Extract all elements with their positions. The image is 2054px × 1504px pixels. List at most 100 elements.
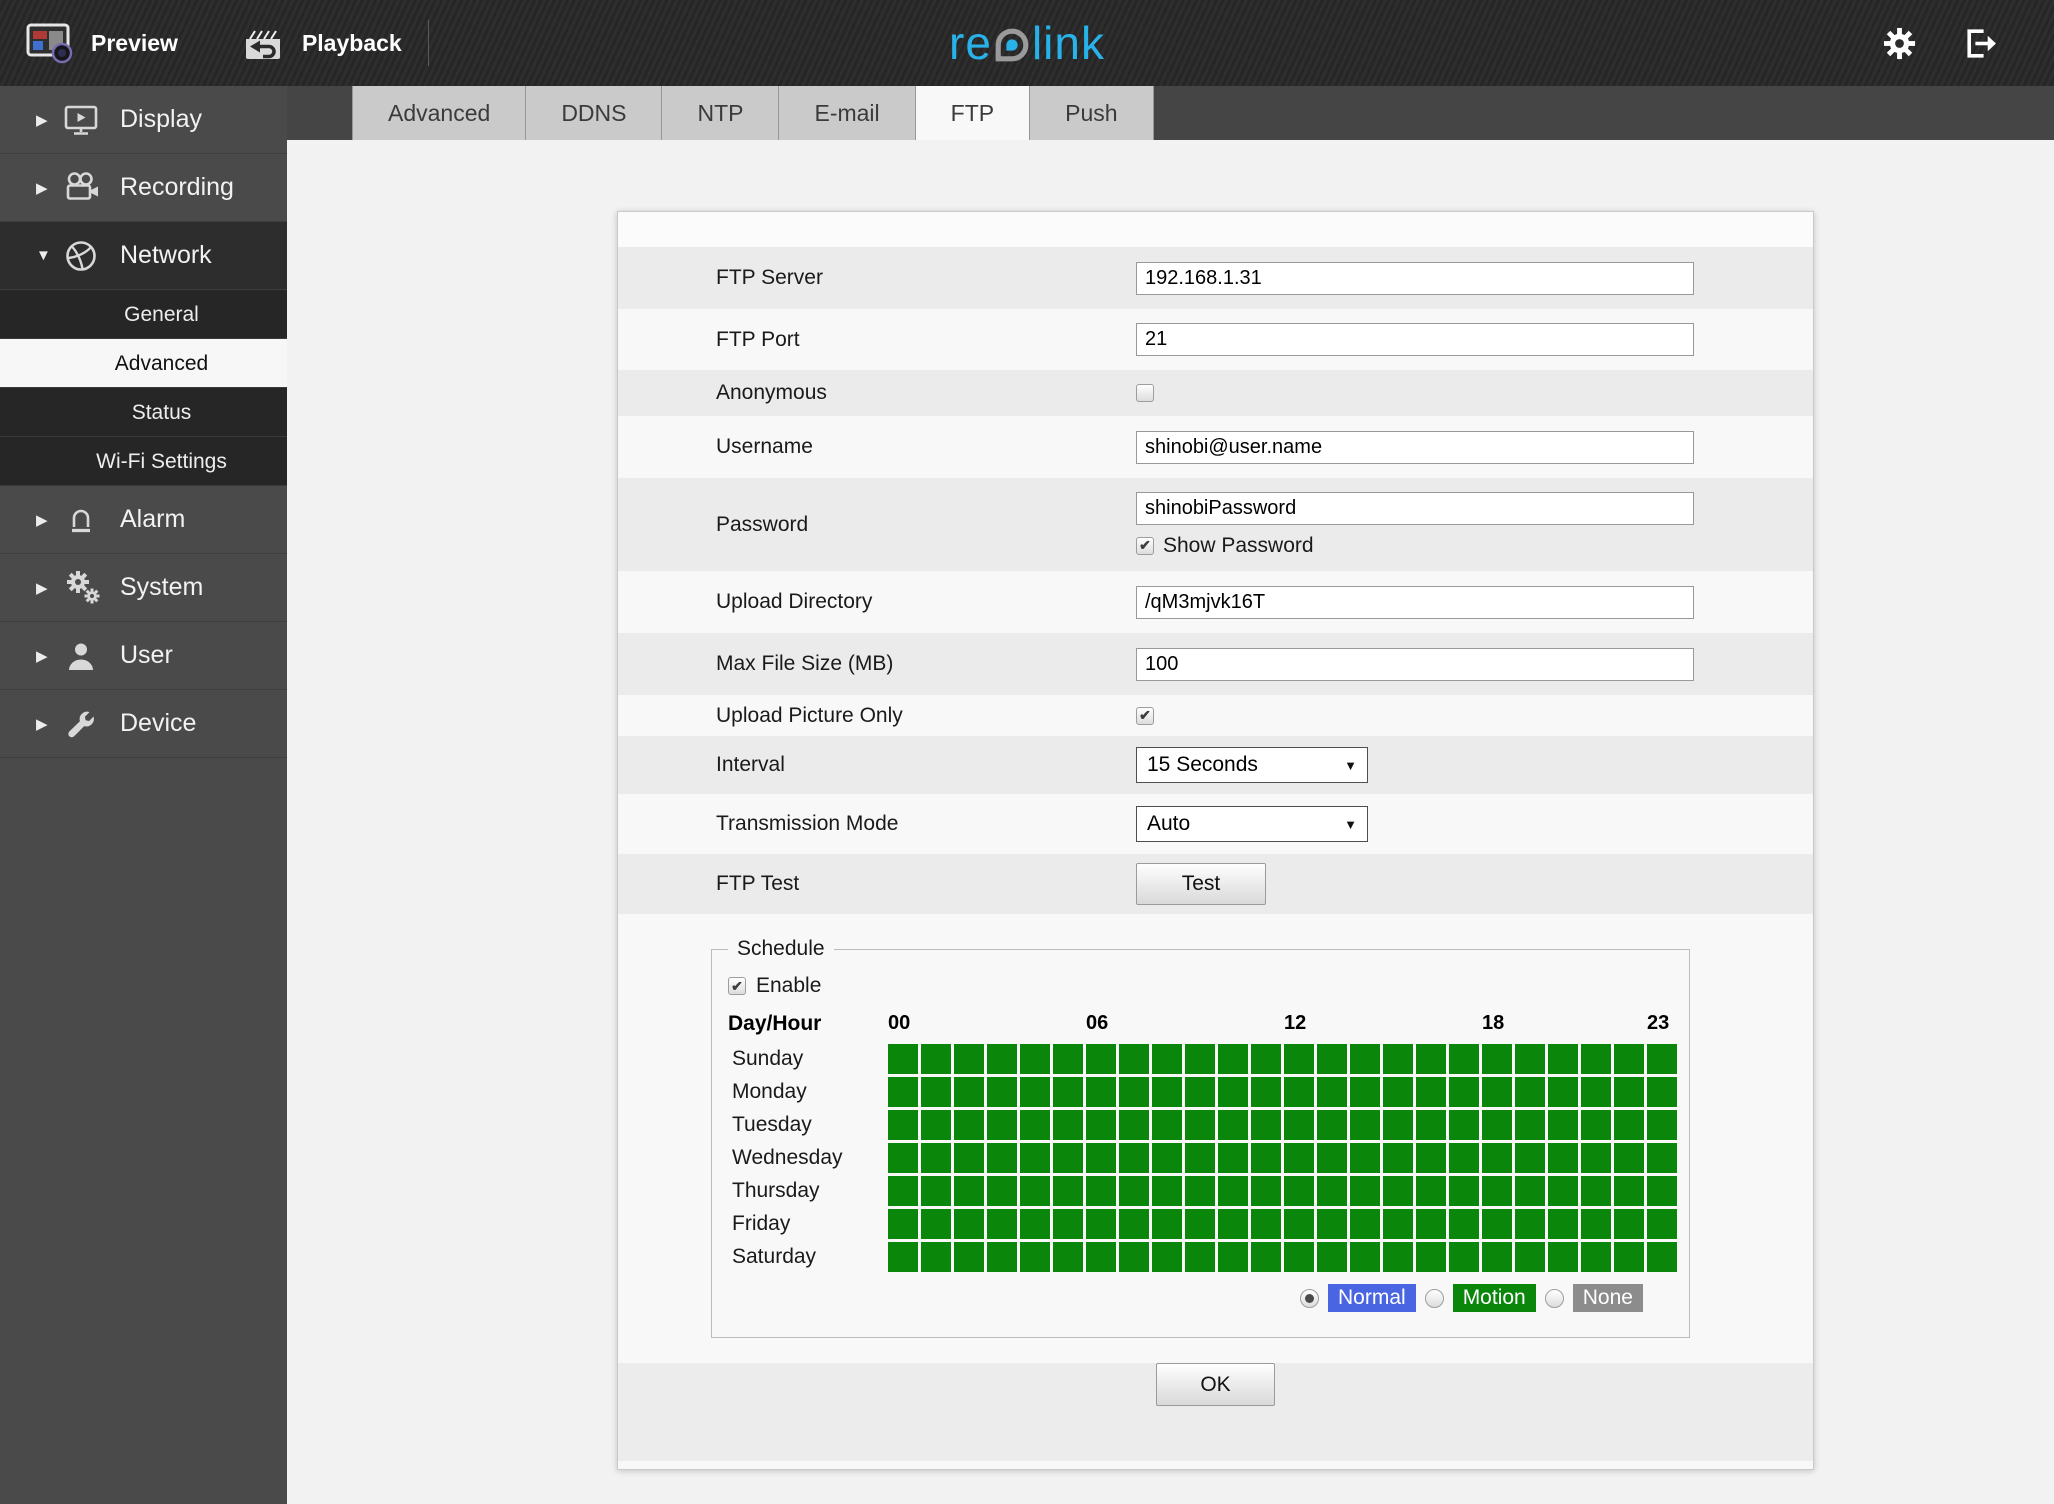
schedule-cell[interactable] — [1020, 1044, 1050, 1074]
sidebar-item-general[interactable]: General — [0, 290, 287, 339]
schedule-cell[interactable] — [1086, 1143, 1116, 1173]
tab-push[interactable]: Push — [1030, 86, 1154, 140]
schedule-cell[interactable] — [1251, 1110, 1281, 1140]
schedule-cell[interactable] — [1218, 1143, 1248, 1173]
schedule-cell[interactable] — [954, 1077, 984, 1107]
logout-icon[interactable] — [1961, 25, 1998, 62]
schedule-cell[interactable] — [1548, 1242, 1578, 1272]
schedule-cell[interactable] — [1185, 1143, 1215, 1173]
schedule-cell[interactable] — [1482, 1077, 1512, 1107]
schedule-cell[interactable] — [1350, 1209, 1380, 1239]
tab-ntp[interactable]: NTP — [662, 86, 780, 140]
schedule-cell[interactable] — [1317, 1044, 1347, 1074]
schedule-cell[interactable] — [1020, 1077, 1050, 1107]
sidebar-item-status[interactable]: Status — [0, 388, 287, 437]
schedule-cell[interactable] — [921, 1143, 951, 1173]
schedule-cell[interactable] — [1383, 1242, 1413, 1272]
schedule-cell[interactable] — [1350, 1044, 1380, 1074]
schedule-cell[interactable] — [987, 1143, 1017, 1173]
schedule-cell[interactable] — [1614, 1044, 1644, 1074]
schedule-cell[interactable] — [1383, 1176, 1413, 1206]
schedule-cell[interactable] — [1185, 1209, 1215, 1239]
schedule-cell[interactable] — [1086, 1044, 1116, 1074]
schedule-cell[interactable] — [1251, 1176, 1281, 1206]
playback-button[interactable]: Playback — [240, 23, 402, 63]
schedule-cell[interactable] — [1647, 1209, 1677, 1239]
schedule-cell[interactable] — [1647, 1077, 1677, 1107]
schedule-cell[interactable] — [954, 1176, 984, 1206]
schedule-cell[interactable] — [1548, 1209, 1578, 1239]
schedule-cell[interactable] — [1614, 1110, 1644, 1140]
sidebar-item-wifi-settings[interactable]: Wi-Fi Settings — [0, 437, 287, 486]
schedule-cell[interactable] — [1515, 1209, 1545, 1239]
schedule-cell[interactable] — [1581, 1209, 1611, 1239]
schedule-cell[interactable] — [1152, 1242, 1182, 1272]
schedule-cell[interactable] — [1647, 1044, 1677, 1074]
schedule-cell[interactable] — [1185, 1242, 1215, 1272]
schedule-cell[interactable] — [1317, 1077, 1347, 1107]
schedule-cell[interactable] — [1020, 1209, 1050, 1239]
schedule-cell[interactable] — [1482, 1242, 1512, 1272]
schedule-cell[interactable] — [1284, 1176, 1314, 1206]
sidebar-item-system[interactable]: ▶ System — [0, 554, 287, 622]
schedule-mode-normal-radio[interactable] — [1300, 1288, 1319, 1308]
schedule-cell[interactable] — [1515, 1077, 1545, 1107]
sidebar-item-alarm[interactable]: ▶ Alarm — [0, 486, 287, 554]
schedule-cell[interactable] — [1515, 1143, 1545, 1173]
schedule-cell[interactable] — [1482, 1044, 1512, 1074]
schedule-cell[interactable] — [1119, 1209, 1149, 1239]
schedule-cell[interactable] — [1119, 1110, 1149, 1140]
schedule-cell[interactable] — [1119, 1044, 1149, 1074]
schedule-mode-normal-label[interactable]: Normal — [1328, 1284, 1416, 1312]
schedule-cell[interactable] — [1350, 1110, 1380, 1140]
schedule-cell[interactable] — [1383, 1209, 1413, 1239]
schedule-cell[interactable] — [1449, 1044, 1479, 1074]
schedule-cell[interactable] — [954, 1143, 984, 1173]
schedule-cell[interactable] — [1284, 1077, 1314, 1107]
sidebar-item-display[interactable]: ▶ Display — [0, 86, 287, 154]
schedule-cell[interactable] — [888, 1242, 918, 1272]
schedule-cell[interactable] — [1119, 1143, 1149, 1173]
schedule-cell[interactable] — [1053, 1176, 1083, 1206]
schedule-cell[interactable] — [1119, 1077, 1149, 1107]
schedule-cell[interactable] — [1185, 1176, 1215, 1206]
anonymous-checkbox[interactable] — [1136, 384, 1154, 402]
schedule-cell[interactable] — [1020, 1110, 1050, 1140]
schedule-cell[interactable] — [1548, 1176, 1578, 1206]
schedule-cell[interactable] — [1515, 1242, 1545, 1272]
schedule-cell[interactable] — [1548, 1077, 1578, 1107]
transmission-mode-select[interactable]: Auto ▼ — [1136, 806, 1368, 842]
schedule-cell[interactable] — [1548, 1143, 1578, 1173]
schedule-cell[interactable] — [1020, 1242, 1050, 1272]
schedule-cell[interactable] — [1350, 1176, 1380, 1206]
schedule-cell[interactable] — [1086, 1176, 1116, 1206]
schedule-cell[interactable] — [1482, 1143, 1512, 1173]
schedule-cell[interactable] — [888, 1176, 918, 1206]
schedule-cell[interactable] — [1317, 1143, 1347, 1173]
schedule-cell[interactable] — [1152, 1143, 1182, 1173]
schedule-cell[interactable] — [1449, 1176, 1479, 1206]
schedule-cell[interactable] — [1416, 1143, 1446, 1173]
schedule-cell[interactable] — [1350, 1242, 1380, 1272]
password-input[interactable] — [1136, 491, 1694, 525]
schedule-cell[interactable] — [1251, 1242, 1281, 1272]
schedule-cell[interactable] — [1251, 1077, 1281, 1107]
schedule-cell[interactable] — [1449, 1077, 1479, 1107]
schedule-cell[interactable] — [1218, 1242, 1248, 1272]
schedule-cell[interactable] — [1152, 1110, 1182, 1140]
tab-ddns[interactable]: DDNS — [526, 86, 663, 140]
schedule-mode-motion-radio[interactable] — [1424, 1288, 1444, 1308]
schedule-cell[interactable] — [1449, 1143, 1479, 1173]
schedule-cell[interactable] — [1449, 1110, 1479, 1140]
schedule-cell[interactable] — [987, 1044, 1017, 1074]
schedule-cell[interactable] — [1284, 1044, 1314, 1074]
schedule-cell[interactable] — [1614, 1242, 1644, 1272]
schedule-cell[interactable] — [1185, 1110, 1215, 1140]
schedule-cell[interactable] — [1416, 1242, 1446, 1272]
schedule-cell[interactable] — [888, 1110, 918, 1140]
schedule-cell[interactable] — [1086, 1110, 1116, 1140]
ok-button[interactable]: OK — [1156, 1363, 1275, 1406]
schedule-cell[interactable] — [1515, 1044, 1545, 1074]
schedule-cell[interactable] — [987, 1077, 1017, 1107]
schedule-cell[interactable] — [954, 1044, 984, 1074]
